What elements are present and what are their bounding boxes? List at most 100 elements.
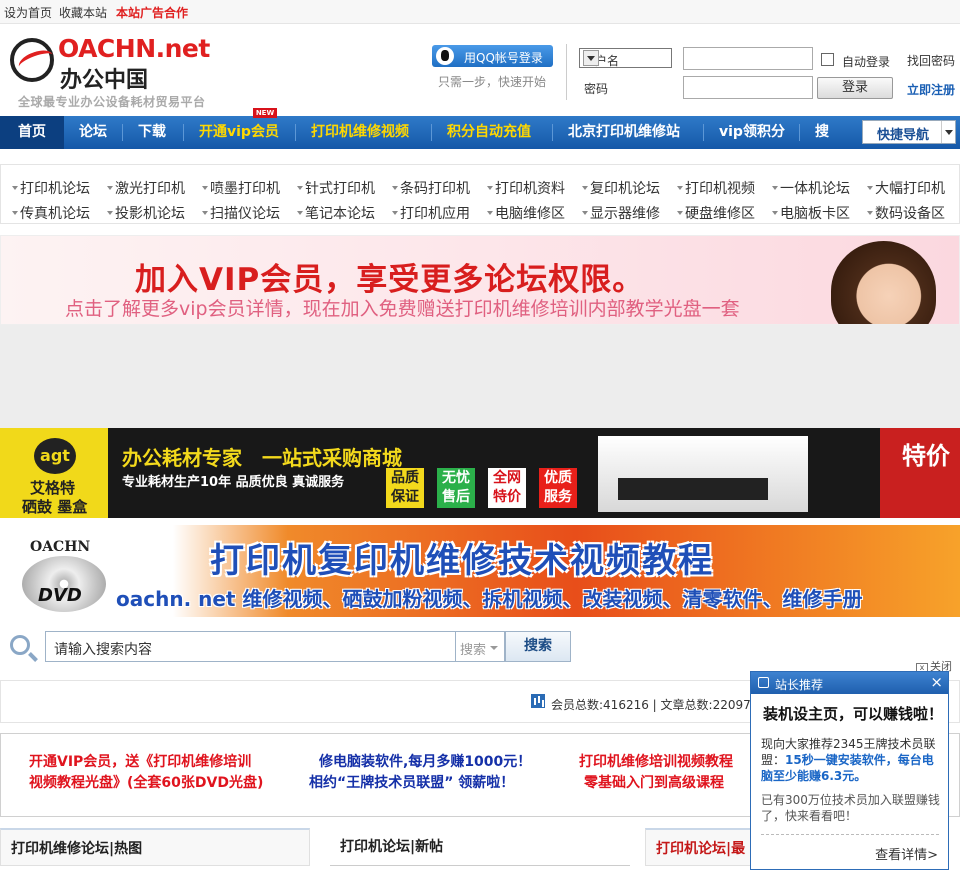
category-link[interactable]: 电脑板卡区 (772, 203, 850, 223)
agt-logo-mark: agt (34, 438, 76, 474)
promo-link[interactable]: 修电脑装软件,每月多赚1000元！ (319, 751, 531, 771)
nav-vip[interactable]: 开通vip会员 (199, 116, 279, 149)
search-type-select[interactable]: 搜索 (455, 631, 505, 662)
register-link[interactable]: 立即注册 (907, 81, 955, 98)
nav-beijing-station[interactable]: 北京打印机维修站 (568, 116, 680, 149)
username-input[interactable] (683, 47, 813, 70)
category-link[interactable]: 条码打印机 (392, 178, 470, 198)
agt-toner-banner[interactable]: agt 艾格特 硒鼓 墨盒 办公耗材专家 一站式采购商城 专业耗材生产10年 品… (0, 428, 960, 518)
category-link[interactable]: 扫描仪论坛 (202, 203, 280, 223)
auto-login-label[interactable]: 自动登录 (842, 53, 890, 70)
promo-link[interactable]: 打印机维修培训视频教程 (579, 751, 733, 771)
promo-link[interactable]: 视频教程光盘》(全套60张DVD光盘) (29, 772, 263, 792)
category-link[interactable]: 喷墨打印机 (202, 178, 280, 198)
dvd-banner-title: 打印机复印机维修技术视频教程 (210, 541, 714, 581)
password-input[interactable] (683, 76, 813, 99)
logo-icon[interactable] (10, 38, 54, 82)
nav-download[interactable]: 下载 (138, 116, 166, 149)
ad-cooperation-link[interactable]: 本站广告合作 (116, 4, 188, 21)
search-type-value: 搜索 (460, 643, 487, 658)
popup-text-highlight: 15秒一键安装软件，每台电脑至少能赚6.3元。 (761, 753, 934, 783)
agt-badge-price: 全网特价 (488, 468, 526, 508)
main-nav: 首页 论坛 下载 开通vip会员 打印机维修视频 积分自动充值 北京打印机维修站… (0, 116, 960, 149)
nav-separator (295, 124, 296, 141)
category-link[interactable]: 电脑维修区 (487, 203, 565, 223)
category-link[interactable]: 复印机论坛 (582, 178, 660, 198)
chevron-down-icon (941, 121, 955, 143)
category-link[interactable]: 打印机资料 (487, 178, 565, 198)
forgot-password-link[interactable]: 找回密码 (907, 52, 955, 69)
close-icon[interactable]: × (930, 673, 943, 691)
column-title[interactable]: 打印机论坛|最 (656, 838, 745, 858)
nav-repair-video[interactable]: 打印机维修视频 (311, 116, 409, 149)
popup-divider (761, 834, 939, 835)
popup-title[interactable]: 装机设主页，可以赚钱啦！ (763, 703, 943, 724)
promo-link[interactable]: 零基础入门到高级课程 (584, 772, 724, 792)
promo-link[interactable]: 相约“王牌技术员联盟” 领薪啦！ (309, 772, 514, 792)
username-type-select[interactable]: 用户名 (579, 48, 672, 68)
nav-separator (703, 124, 704, 141)
nav-home[interactable]: 首页 (0, 116, 64, 149)
qq-login-button[interactable]: 用QQ帐号登录 (432, 45, 553, 67)
nav-separator (431, 124, 432, 141)
quick-nav-label: 快捷导航 (877, 128, 930, 143)
nav-separator (122, 124, 123, 141)
category-link[interactable]: 激光打印机 (107, 178, 185, 198)
search-input[interactable]: 请输入搜索内容 (45, 631, 457, 662)
column-latest: 打印机论坛|最 (645, 828, 755, 866)
stats-text: 会员总数:416216 | 文章总数:220976 (551, 698, 759, 712)
category-link[interactable]: 笔记本论坛 (297, 203, 375, 223)
agt-brand-name: 艾格特 (30, 479, 76, 497)
popup-details-link[interactable]: 查看详情> (875, 844, 938, 863)
vip-banner-title: 加入VIP会员，享受更多论坛权限。 (135, 262, 645, 298)
login-button[interactable]: 登录 (817, 77, 893, 99)
column-title[interactable]: 打印机维修论坛|热图 (11, 838, 142, 858)
nav-separator (799, 124, 800, 141)
agt-badge-aftersale: 无忧售后 (437, 468, 475, 508)
category-link[interactable]: 传真机论坛 (12, 203, 90, 223)
agt-badge-quality: 品质保证 (386, 468, 424, 508)
login-divider (566, 44, 567, 100)
category-link[interactable]: 打印机视频 (677, 178, 755, 198)
dvd-tutorial-banner[interactable]: OACHN DVD 打印机复印机维修技术视频教程 oachn. net 维修视频… (0, 525, 960, 617)
logo-slogan: 全球最专业办公设备耗材贸易平台 (18, 95, 206, 109)
nav-vip-points[interactable]: vip领积分 (719, 116, 785, 149)
category-link[interactable]: 投影机论坛 (107, 203, 185, 223)
category-link[interactable]: 打印机应用 (392, 203, 470, 223)
logo-brand[interactable]: OACHN.net (58, 34, 210, 63)
search-icon (10, 635, 30, 655)
category-link[interactable]: 一体机论坛 (772, 178, 850, 198)
category-link[interactable]: 数码设备区 (867, 203, 945, 223)
nav-search[interactable]: 搜 (815, 116, 829, 149)
qq-login-hint: 只需一步，快速开始 (438, 75, 547, 89)
toner-product-image (598, 436, 808, 512)
qq-login-label: 用QQ帐号登录 (464, 51, 543, 65)
new-badge: NEW (253, 108, 277, 118)
quick-nav-dropdown[interactable]: 快捷导航 (862, 120, 956, 144)
category-link[interactable]: 大幅打印机 (867, 178, 945, 198)
category-link[interactable]: 打印机论坛 (12, 178, 90, 198)
agt-subtitle: 专业耗材生产10年 品质优良 真诚服务 (122, 475, 345, 490)
nav-recharge[interactable]: 积分自动充值 (447, 116, 531, 149)
empty-ad-slot (0, 325, 960, 428)
bar-chart-icon (531, 694, 545, 708)
category-link[interactable]: 显示器维修 (582, 203, 660, 223)
agt-products: 硒鼓 墨盒 (22, 498, 88, 516)
promo-link[interactable]: 开通VIP会员，送《打印机维修培训 (29, 751, 251, 771)
set-homepage-link[interactable]: 设为首页 (4, 4, 52, 21)
column-title[interactable]: 打印机论坛|新帖 (340, 836, 443, 856)
category-link[interactable]: 硬盘维修区 (677, 203, 755, 223)
auto-login-checkbox[interactable] (821, 53, 834, 66)
add-favorite-link[interactable]: 收藏本站 (59, 4, 107, 21)
category-links: 打印机论坛 激光打印机 喷墨打印机 针式打印机 条码打印机 打印机资料 复印机论… (0, 164, 960, 224)
password-label: 密码 (584, 82, 609, 96)
popup-text-secondary: 已有300万位技术员加入联盟赚钱了，快来看看吧！ (761, 793, 940, 823)
popup-text: 现向大家推荐2345王牌技术员联盟：15秒一键安装软件，每台电脑至少能赚6.3元… (761, 736, 945, 784)
recommend-popup: 站长推荐 × 装机设主页，可以赚钱啦！ 现向大家推荐2345王牌技术员联盟：15… (750, 671, 949, 870)
nav-forum[interactable]: 论坛 (79, 116, 107, 149)
popup-header: 站长推荐 × (751, 672, 948, 694)
category-link[interactable]: 针式打印机 (297, 178, 375, 198)
search-button[interactable]: 搜索 (505, 631, 571, 662)
vip-banner[interactable]: 加入VIP会员，享受更多论坛权限。 点击了解更多vip会员详情，现在加入免费赠送… (0, 235, 960, 325)
popup-window-icon (758, 677, 769, 688)
